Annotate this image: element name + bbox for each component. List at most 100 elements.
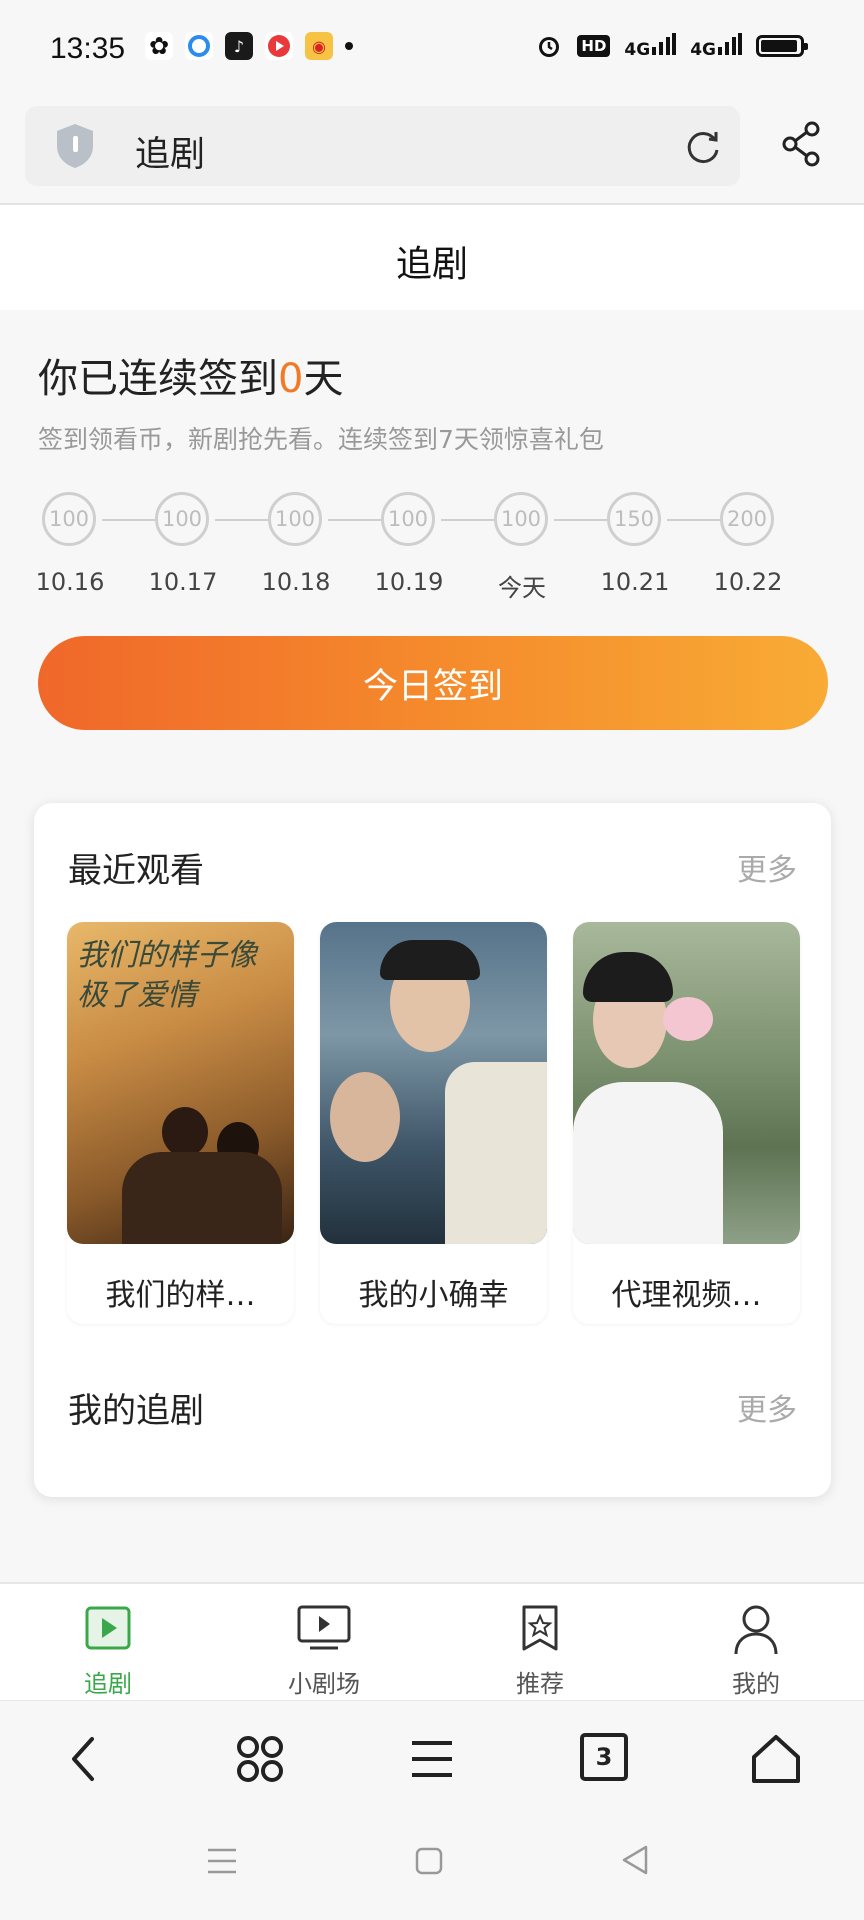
- checkin-day: 100 10.16: [36, 492, 104, 596]
- tiktok-app-icon: ♪: [225, 32, 253, 60]
- figure-silhouette: [122, 1152, 282, 1244]
- checkin-day: 100 10.19: [375, 492, 443, 596]
- signal-icon-1: 4G: [624, 32, 677, 60]
- recent-item[interactable]: 我们的样子像极了爱情 我们的样…: [67, 922, 294, 1324]
- address-bar[interactable]: 追剧: [25, 106, 740, 186]
- page-title: 追剧: [395, 244, 468, 285]
- tab-recommend[interactable]: 推荐: [432, 1584, 648, 1702]
- recent-item[interactable]: 代理视频…: [573, 922, 800, 1324]
- figure-silhouette: [380, 940, 480, 980]
- apps-icon[interactable]: [232, 1731, 288, 1787]
- day-points: 100: [155, 492, 209, 546]
- day-points: 150: [607, 492, 661, 546]
- signal-icon-2: 4G: [690, 32, 742, 60]
- checkin-button[interactable]: 今日签到: [38, 636, 828, 730]
- checkin-day: 100 10.17: [149, 492, 217, 596]
- day-connector: [667, 519, 720, 521]
- figure-silhouette: [330, 1072, 400, 1162]
- battery-icon: [756, 35, 808, 57]
- figure-silhouette: [445, 1062, 547, 1244]
- day-points: 100: [42, 492, 96, 546]
- video-app-icon: [265, 32, 293, 60]
- baidu-app-icon: ✿: [145, 32, 173, 60]
- star-bookmark-icon: [522, 1605, 558, 1651]
- my-dramas-more-link[interactable]: 更多: [737, 1385, 797, 1429]
- figure-silhouette: [583, 952, 673, 1002]
- home-square-icon[interactable]: [414, 1846, 444, 1876]
- back-icon[interactable]: [58, 1731, 114, 1787]
- system-icons: HD 4G 4G: [535, 32, 808, 60]
- play-square-icon: [85, 1606, 131, 1650]
- tab-label: 我的: [732, 1670, 780, 1698]
- recent-item-caption: 我们的样…: [105, 1278, 256, 1313]
- tab-me[interactable]: 我的: [648, 1584, 864, 1702]
- checkin-day: 200 10.22: [714, 492, 782, 596]
- status-time: 13:35: [50, 32, 126, 65]
- day-label: 10.18: [261, 568, 331, 596]
- address-text[interactable]: 追剧: [135, 126, 205, 177]
- tab-label: 追剧: [84, 1670, 132, 1698]
- day-connector: [102, 519, 155, 521]
- poster-image: [573, 922, 800, 1244]
- recent-item-caption: 代理视频…: [611, 1278, 762, 1313]
- poster-image: [320, 922, 547, 1244]
- streak-count: 0: [278, 356, 304, 402]
- back-triangle-icon[interactable]: [620, 1844, 650, 1876]
- checkin-day: 100 今天: [494, 492, 554, 602]
- day-label: 10.19: [374, 568, 444, 596]
- share-icon[interactable]: [780, 120, 824, 168]
- checkin-subtitle: 签到领看币，新剧抢先看。连续签到7天领惊喜礼包: [38, 425, 604, 454]
- weibo-app-icon: ◉: [305, 32, 333, 60]
- day-label: 今天: [498, 574, 546, 602]
- user-icon: [734, 1605, 778, 1655]
- tab-drama[interactable]: 追剧: [0, 1584, 216, 1702]
- recent-title: 最近观看: [68, 851, 204, 891]
- day-label: 10.17: [148, 568, 218, 596]
- day-label: 10.21: [600, 568, 670, 596]
- bottom-tab-bar: 追剧 小剧场 推荐 我的: [0, 1582, 864, 1702]
- checkin-day: 150 10.21: [601, 492, 669, 596]
- hd-icon: HD: [577, 35, 611, 57]
- day-label: 10.16: [35, 568, 105, 596]
- menu-icon[interactable]: [404, 1731, 460, 1787]
- browser-app-icon: [185, 32, 213, 60]
- recent-item-caption: 我的小确幸: [358, 1278, 509, 1313]
- system-nav-bar: [0, 1816, 864, 1920]
- day-points: 100: [381, 492, 435, 546]
- more-notifications-dot: [345, 42, 353, 50]
- figure-silhouette: [162, 1107, 208, 1157]
- recent-apps-icon[interactable]: [206, 1846, 238, 1876]
- tab-theater[interactable]: 小剧场: [216, 1584, 432, 1702]
- day-connector: [215, 519, 268, 521]
- recent-item[interactable]: 我的小确幸: [320, 922, 547, 1324]
- browser-toolbar: [0, 1700, 864, 1817]
- page-header: 追剧: [0, 205, 864, 310]
- tab-label: 推荐: [516, 1670, 564, 1698]
- checkin-day: 100 10.18: [262, 492, 330, 596]
- day-label: 10.22: [713, 568, 783, 596]
- streak-heading: 你已连续签到0天: [38, 356, 344, 402]
- figure-silhouette: [573, 1082, 723, 1244]
- watch-card: 最近观看 更多 我们的样子像极了爱情 我们的样… 我的小确幸 代理视频… 我的追…: [34, 803, 831, 1497]
- recent-more-link[interactable]: 更多: [737, 845, 797, 889]
- poster-title-art: 我们的样子像极了爱情: [77, 938, 257, 1013]
- day-points: 200: [720, 492, 774, 546]
- tab-label: 小剧场: [288, 1670, 360, 1698]
- refresh-icon[interactable]: [684, 128, 722, 166]
- alarm-icon: [539, 37, 560, 57]
- tv-play-icon: [297, 1605, 351, 1650]
- day-points: 100: [494, 492, 548, 546]
- status-bar: 13:35 ✿ ♪ ◉ HD 4G 4G: [0, 0, 864, 100]
- shield-icon: [57, 124, 93, 168]
- poster-image: 我们的样子像极了爱情: [67, 922, 294, 1244]
- day-connector: [554, 519, 607, 521]
- notification-icons: ✿ ♪ ◉: [145, 32, 353, 60]
- my-dramas-title: 我的追剧: [68, 1391, 204, 1431]
- checkin-days: 100 10.16 100 10.17 100 10.18 100 10.19 100 今…: [36, 492, 782, 602]
- day-points: 100: [268, 492, 322, 546]
- day-connector: [328, 519, 381, 521]
- flower-icon: [663, 997, 713, 1041]
- tab-count-button[interactable]: 3: [580, 1733, 628, 1781]
- home-icon[interactable]: [748, 1731, 804, 1787]
- day-connector: [441, 519, 494, 521]
